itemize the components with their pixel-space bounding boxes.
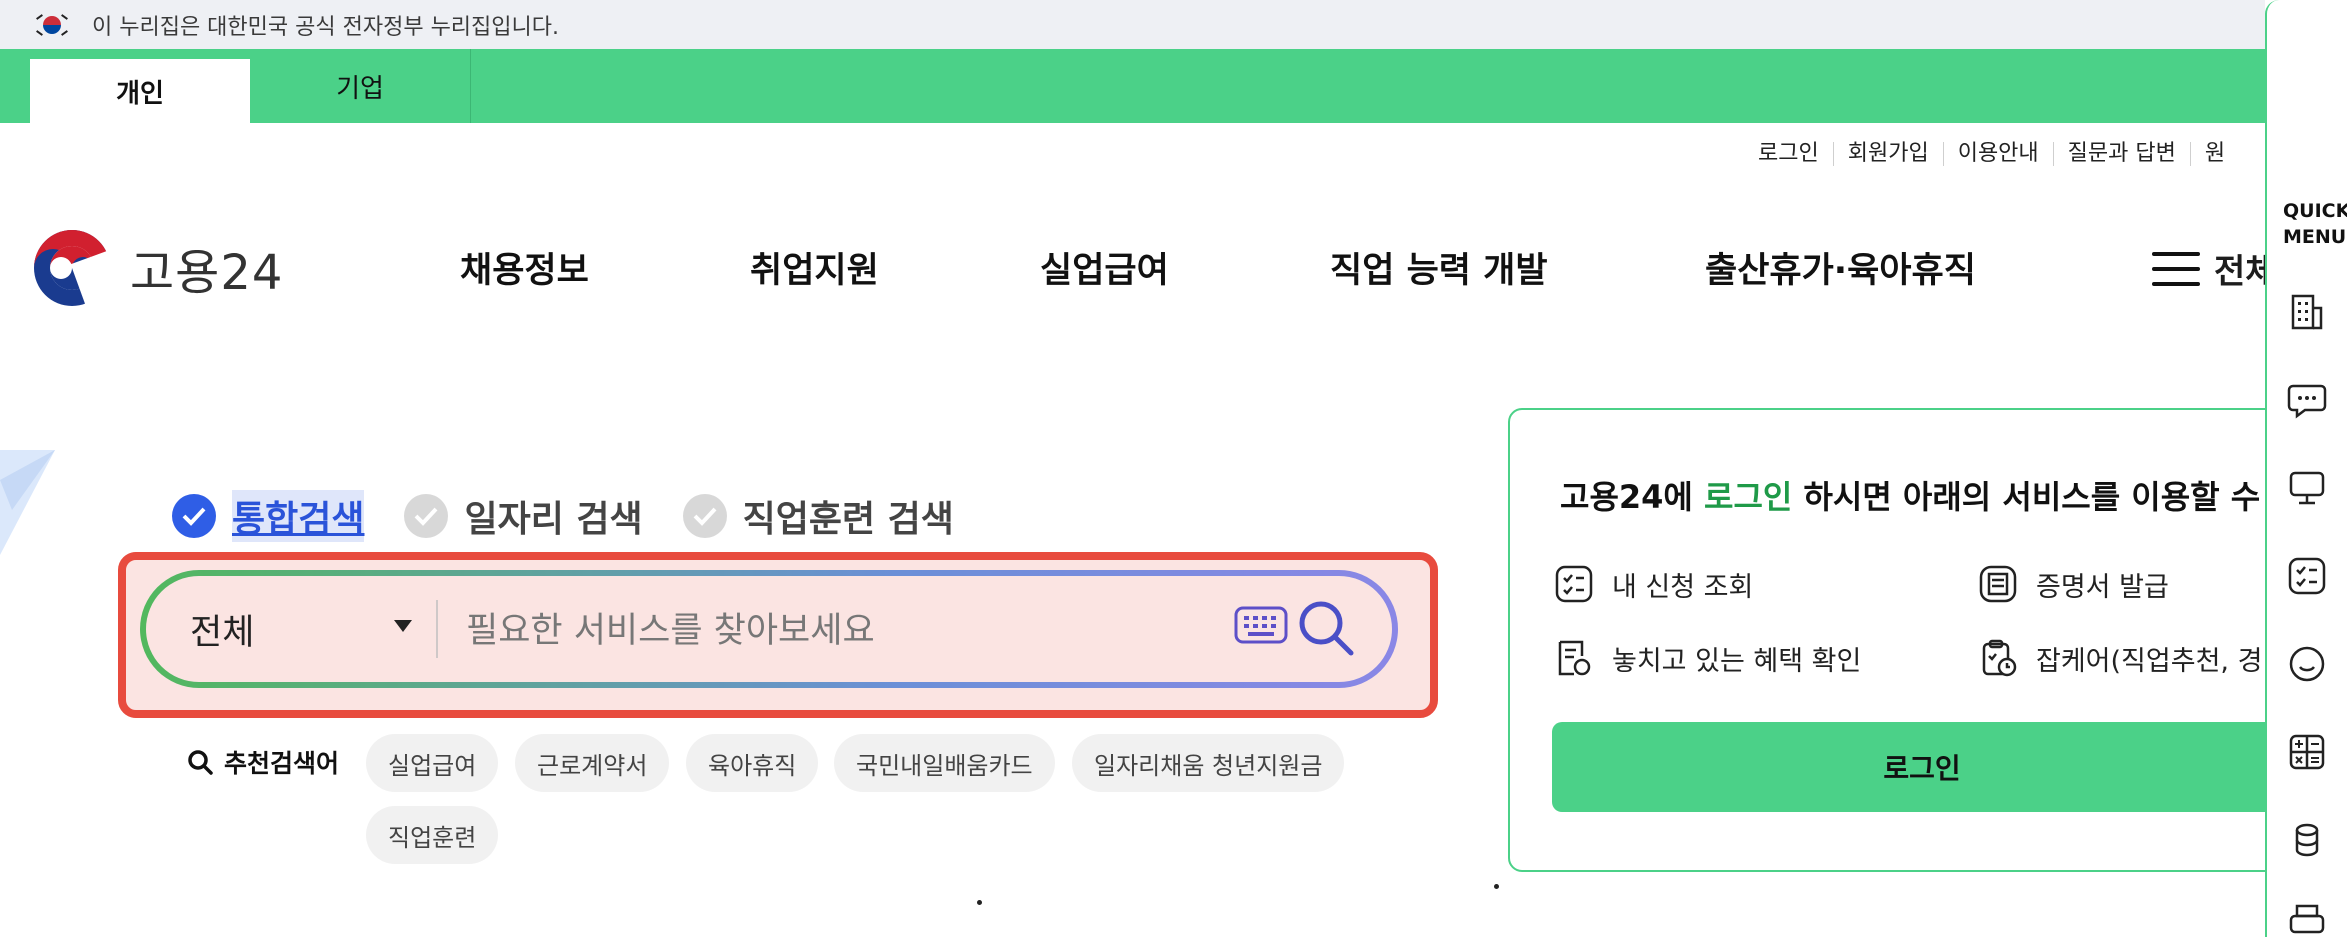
util-signup-link[interactable]: 회원가입: [1832, 142, 1943, 166]
search-scope-select[interactable]: 전체: [190, 604, 254, 655]
calculator-icon[interactable]: [2287, 732, 2327, 772]
search-type-label: 일자리 검색: [464, 499, 643, 540]
utility-nav: 로그인 회원가입 이용안내 질문과 답변 원: [1758, 142, 2239, 166]
util-guide-link[interactable]: 이용안내: [1942, 142, 2053, 166]
building-icon[interactable]: [2287, 292, 2327, 332]
search-icon: [188, 750, 213, 775]
service-certificate[interactable]: 증명서 발급: [1978, 564, 2169, 604]
korean-flag-icon: [34, 12, 70, 38]
nav-unemployment-benefit[interactable]: 실업급여: [1040, 242, 1169, 293]
site-logo[interactable]: 고용24: [32, 228, 283, 308]
smile-icon[interactable]: [2287, 644, 2327, 684]
keyword-chip[interactable]: 직업훈련: [366, 806, 499, 864]
search-input[interactable]: [464, 602, 948, 660]
login-panel-title: 고용24에 로그인 하시면 아래의 서비스를 이용할 수: [1560, 478, 2261, 516]
service-jobcare[interactable]: 잡케어(직업추천, 경: [1978, 638, 2262, 678]
search-divider: [436, 600, 438, 658]
printer-icon[interactable]: [2287, 902, 2327, 942]
login-button[interactable]: 로그인: [1552, 722, 2292, 812]
tab-personal[interactable]: 개인: [30, 59, 250, 123]
util-qna-link[interactable]: 질문과 답변: [2052, 142, 2190, 166]
clipboard-clock-icon: [1982, 639, 2017, 677]
keyword-chip[interactable]: 실업급여: [366, 734, 499, 792]
service-my-applications[interactable]: 내 신청 조회: [1554, 564, 1753, 604]
search-type-group: 통합검색 일자리 검색 직업훈련 검색: [172, 490, 994, 542]
util-login-link[interactable]: 로그인: [1758, 142, 1833, 166]
coins-icon[interactable]: [2287, 820, 2327, 860]
hamburger-icon: [2152, 251, 2200, 286]
taegeuk-logo-icon: [34, 230, 112, 308]
user-type-tabbar: 개인 기업: [0, 49, 2265, 123]
login-panel: 고용24에 로그인 하시면 아래의 서비스를 이용할 수 내 신청 조회 증명서…: [1508, 408, 2308, 872]
logo-text: 고용24: [130, 245, 284, 301]
unchecked-icon: [682, 494, 727, 538]
nav-jobs[interactable]: 채용정보: [460, 242, 589, 293]
search-icon[interactable]: [1296, 598, 1356, 658]
gov-banner: 이 누리집은 대한민국 공식 전자정부 누리집입니다.: [0, 0, 2265, 49]
search-type-integrated[interactable]: 통합검색: [172, 490, 365, 542]
keyword-chip[interactable]: 육아휴직: [686, 734, 819, 792]
unchecked-icon: [404, 494, 449, 538]
keyword-chip[interactable]: 일자리채움 청년지원금: [1072, 734, 1345, 792]
quick-menu: QUICK MENU: [2265, 0, 2347, 937]
keyboard-icon[interactable]: [1234, 606, 1288, 644]
all-menu-button[interactable]: 전체: [2152, 244, 2277, 293]
nav-parental-leave[interactable]: 출산휴가·육아휴직: [1705, 242, 1976, 293]
quick-menu-title: QUICK MENU: [2283, 200, 2347, 248]
chat-icon[interactable]: [2287, 380, 2327, 420]
checklist-icon: [1555, 565, 1593, 603]
nav-employment-support[interactable]: 취업지원: [750, 242, 879, 293]
checked-icon: [172, 494, 216, 538]
keyword-chip[interactable]: 국민내일배움카드: [834, 734, 1055, 792]
document-search-icon: [1558, 640, 1591, 676]
recommend-label: 추천검색어: [186, 744, 339, 780]
paper-plane-decoration: [0, 450, 55, 555]
keyword-chip[interactable]: 근로계약서: [515, 734, 670, 792]
search-type-label: 통합검색: [232, 490, 365, 542]
search-type-jobs[interactable]: 일자리 검색: [404, 490, 643, 542]
carousel-dot: [977, 900, 982, 905]
search-type-label: 직업훈련 검색: [742, 499, 954, 540]
monitor-icon[interactable]: [2287, 468, 2327, 508]
tab-company[interactable]: 기업: [250, 49, 471, 123]
checklist-icon[interactable]: [2287, 556, 2327, 596]
nav-vocational-training[interactable]: 직업 능력 개발: [1330, 242, 1548, 293]
certificate-icon: [1979, 565, 2017, 603]
carousel-dot: [1494, 884, 1499, 889]
gov-banner-text: 이 누리집은 대한민국 공식 전자정부 누리집입니다.: [92, 14, 560, 40]
search-type-training[interactable]: 직업훈련 검색: [682, 490, 954, 542]
service-missed-benefits[interactable]: 놓치고 있는 혜택 확인: [1554, 638, 1861, 678]
recommend-label-text: 추천검색어: [224, 749, 340, 778]
util-more-link[interactable]: 원: [2189, 142, 2239, 166]
caret-down-icon[interactable]: [394, 620, 412, 632]
search-bar: 전체: [140, 570, 1398, 688]
